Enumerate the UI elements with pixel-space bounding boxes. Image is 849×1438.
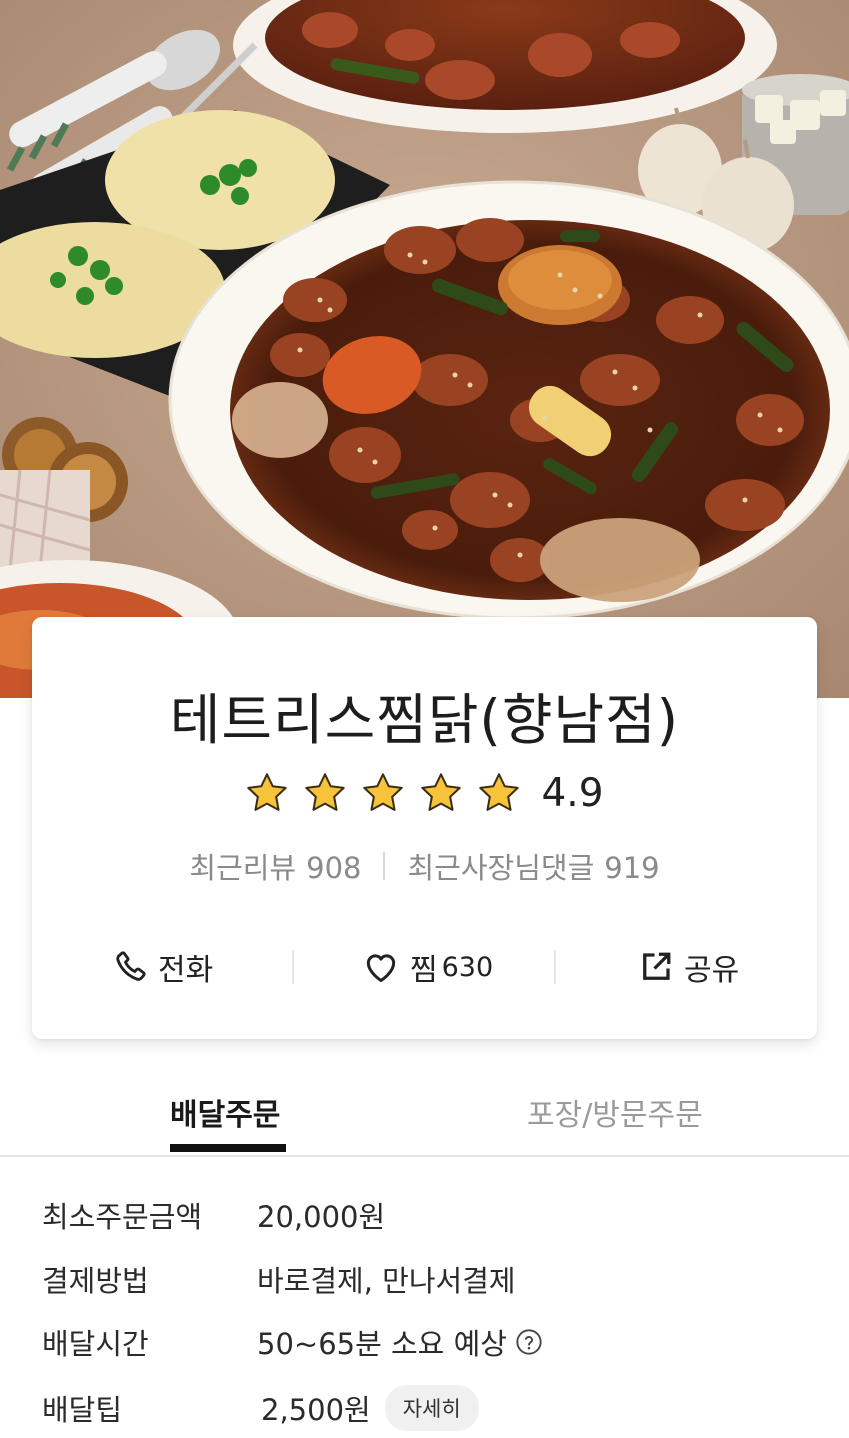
delivery-tip-label: 배달팁 [42, 1393, 123, 1427]
favorite-button[interactable]: 찜 630 [362, 942, 493, 992]
call-label: 전화 [158, 953, 214, 988]
star-icon [421, 773, 462, 811]
payment-label: 결제방법 [42, 1264, 149, 1298]
phone-icon [116, 951, 146, 981]
delivery-time-value-wrap: 50~65분 소요 예상 [257, 1321, 543, 1363]
active-tab-indicator [170, 1144, 286, 1152]
order-type-tabs: 배달주문 포장/방문주문 [0, 1080, 849, 1157]
star-icon [363, 773, 404, 811]
share-icon [643, 952, 671, 980]
favorite-count: 630 [441, 951, 494, 983]
store-hero-image [0, 0, 849, 698]
store-name: 테트리스찜닭(향남점) [169, 688, 680, 752]
owner-replies-link[interactable]: 최근사장님댓글 919 [407, 845, 659, 887]
recent-reviews-link[interactable]: 최근리뷰 908 [189, 845, 361, 887]
star-icon [247, 773, 288, 811]
delivery-tip-detail-button[interactable]: 자세히 [384, 1385, 479, 1431]
payment-value: 바로결제, 만나서결제 [257, 1264, 516, 1298]
divider [554, 950, 556, 984]
delivery-tip-value-wrap: 2,500원 자세히 [261, 1385, 479, 1431]
owner-replies-label: 최근사장님댓글 [407, 851, 595, 885]
call-button[interactable]: 전화 [112, 942, 213, 992]
delivery-time-label: 배달시간 [42, 1327, 149, 1361]
divider [292, 950, 294, 984]
help-icon[interactable] [515, 1328, 543, 1356]
min-order-label: 최소주문금액 [42, 1200, 203, 1234]
divider [383, 852, 386, 880]
tab-pickup[interactable]: 포장/방문주문 [527, 1090, 703, 1134]
min-order-value: 20,000원 [257, 1200, 386, 1234]
action-row: 전화 찜 630 공유 [32, 942, 817, 992]
favorite-label: 찜 [410, 953, 438, 988]
delivery-time-value: 50~65분 소요 예상 [257, 1327, 507, 1361]
delivery-tip-value: 2,500원 [261, 1393, 371, 1427]
star-icon [479, 773, 520, 811]
review-stats: 최근리뷰 908 최근사장님댓글 919 [32, 845, 817, 887]
rating-row: 4.9 [32, 767, 817, 819]
share-button[interactable]: 공유 [638, 942, 739, 992]
heart-icon [366, 954, 396, 982]
owner-replies-count: 919 [604, 851, 660, 885]
recent-reviews-label: 최근리뷰 [189, 851, 297, 885]
share-label: 공유 [684, 953, 740, 988]
star-icon [305, 773, 346, 811]
store-info-card: 테트리스찜닭(향남점) 4.9 최근리뷰 908 최근사장님댓글 919 전화 찜 … [32, 617, 817, 1039]
recent-reviews-count: 908 [306, 851, 362, 885]
rating-value: 4.9 [541, 770, 604, 816]
tab-delivery[interactable]: 배달주문 [170, 1090, 280, 1134]
